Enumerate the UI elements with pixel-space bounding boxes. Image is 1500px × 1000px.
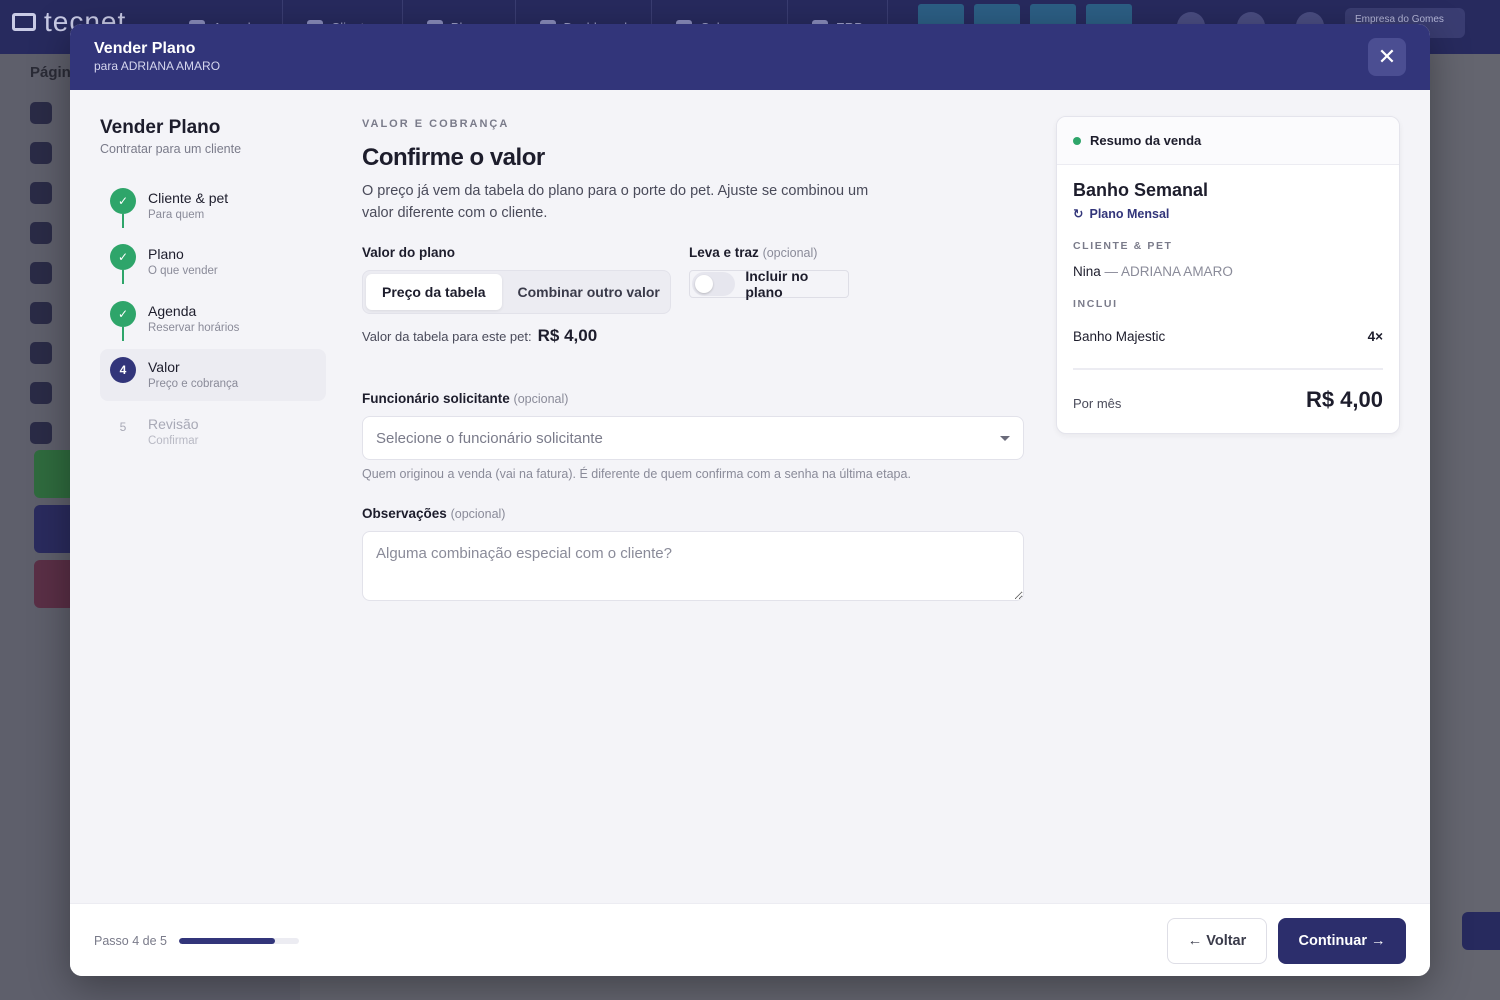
modal-title: Vender Plano bbox=[94, 40, 196, 57]
summary-owner: — ADRIANA AMARO bbox=[1104, 264, 1233, 279]
badge-icon[interactable] bbox=[30, 262, 52, 284]
step-cliente-pet[interactable]: ✓ Cliente & pet Para quem bbox=[100, 180, 326, 232]
summary-pet: Nina bbox=[1073, 264, 1101, 279]
table-price-row: Valor da tabela para este pet: R$ 4,00 bbox=[362, 326, 597, 346]
dollar-icon[interactable] bbox=[30, 342, 52, 364]
step-sublabel: Confirmar bbox=[148, 435, 199, 447]
plan-value-label: Valor do plano bbox=[362, 245, 456, 260]
chevron-down-icon bbox=[1000, 435, 1010, 441]
employee-help-text: Quem originou a venda (vai na fatura). É… bbox=[362, 467, 911, 481]
step-number: 4 bbox=[110, 357, 136, 383]
table-price-value: R$ 4,00 bbox=[537, 326, 598, 345]
summary-frequency: ↻ Plano Mensal bbox=[1073, 206, 1170, 222]
section-eyebrow: VALOR E COBRANÇA bbox=[362, 118, 510, 130]
back-button[interactable]: ← Voltar bbox=[1167, 918, 1267, 964]
summary-client-section: CLIENTE & PET bbox=[1073, 240, 1173, 252]
step-label: Agenda bbox=[148, 303, 197, 319]
modal-header: Vender Plano para ADRIANA AMARO ✕ bbox=[70, 24, 1430, 90]
paw-icon[interactable] bbox=[30, 142, 52, 164]
refresh-icon: ↻ bbox=[1073, 207, 1084, 221]
summary-header: Resumo da venda bbox=[1057, 117, 1399, 165]
step-sublabel: Preço e cobrança bbox=[148, 378, 239, 390]
pickup-toggle[interactable] bbox=[692, 272, 736, 296]
step-agenda[interactable]: ✓ Agenda Reservar horários bbox=[100, 293, 326, 345]
stepper-title: Vender Plano bbox=[100, 117, 221, 138]
stepper-subtitle: Contratar para um cliente bbox=[100, 142, 242, 156]
modal-footer: Passo 4 de 5 ← Voltar Continuar → bbox=[70, 903, 1430, 976]
progress-text: Passo 4 de 5 bbox=[94, 934, 167, 948]
check-icon: ✓ bbox=[110, 301, 136, 327]
continue-button[interactable]: Continuar → bbox=[1278, 918, 1406, 964]
logo-icon bbox=[12, 13, 36, 31]
step-connector bbox=[122, 327, 124, 341]
option-custom-price[interactable]: Combinar outro valor bbox=[502, 274, 676, 310]
sell-plan-modal: Vender Plano para ADRIANA AMARO ✕ Vender… bbox=[70, 24, 1430, 976]
user-icon[interactable] bbox=[30, 102, 52, 124]
summary-includes-section: INCLUI bbox=[1073, 298, 1118, 310]
sidebar-title: Págin bbox=[30, 64, 71, 81]
employee-label: Funcionário solicitante (opcional) bbox=[362, 391, 569, 406]
summary-item-name: Banho Majestic bbox=[1073, 329, 1166, 344]
plan-value-segmented-control: Preço da tabela Combinar outro valor bbox=[362, 270, 671, 314]
step-label: Cliente & pet bbox=[148, 190, 229, 206]
option-table-price[interactable]: Preço da tabela bbox=[366, 274, 502, 310]
summary-client: Nina — ADRIANA AMARO bbox=[1073, 264, 1233, 279]
step-plano[interactable]: ✓ Plano O que vender bbox=[100, 236, 326, 288]
table-price-label: Valor da tabela para este pet: bbox=[362, 329, 532, 344]
history-icon[interactable] bbox=[30, 302, 52, 324]
help-icon[interactable] bbox=[1462, 912, 1500, 950]
close-button[interactable]: ✕ bbox=[1368, 38, 1406, 76]
step-number: 5 bbox=[119, 420, 127, 434]
sale-summary-card: Resumo da venda Banho Semanal ↻ Plano Me… bbox=[1056, 116, 1400, 434]
summary-item: Banho Majestic 4× bbox=[1073, 329, 1383, 344]
pickup-toggle-label: Incluir no plano bbox=[745, 268, 809, 300]
step-label: Revisão bbox=[148, 416, 199, 432]
step-sublabel: O que vender bbox=[148, 265, 218, 277]
step-sublabel: Reservar horários bbox=[148, 322, 240, 334]
image-icon[interactable] bbox=[30, 422, 52, 444]
summary-total-value: R$ 4,00 bbox=[1305, 387, 1383, 412]
summary-item-qty: 4× bbox=[1367, 329, 1383, 344]
check-icon: ✓ bbox=[110, 244, 136, 270]
step-sublabel: Para quem bbox=[148, 209, 205, 221]
step-connector bbox=[122, 214, 124, 228]
modal-subtitle: para ADRIANA AMARO bbox=[94, 59, 221, 73]
status-dot-icon bbox=[1073, 136, 1081, 145]
summary-plan-name: Banho Semanal bbox=[1073, 180, 1209, 200]
notes-textarea[interactable] bbox=[362, 531, 1024, 601]
calendar-clock-icon[interactable] bbox=[30, 222, 52, 244]
page-title: Confirme o valor bbox=[362, 144, 545, 171]
step-label: Valor bbox=[148, 359, 180, 375]
step-label: Plano bbox=[148, 246, 184, 262]
summary-divider bbox=[1073, 368, 1383, 370]
step-revisao: 5 Revisão Confirmar bbox=[100, 406, 326, 458]
page-description: O preço já vem da tabela do plano para o… bbox=[362, 183, 869, 221]
employee-select[interactable]: Selecione o funcionário solicitante bbox=[362, 416, 1024, 460]
close-icon: ✕ bbox=[1377, 44, 1397, 69]
heart-icon[interactable] bbox=[30, 382, 52, 404]
progress-bar bbox=[179, 938, 299, 944]
step-valor[interactable]: 4 Valor Preço e cobrança bbox=[100, 349, 326, 401]
employee-select-placeholder: Selecione o funcionário solicitante bbox=[376, 429, 603, 447]
pickup-toggle-field: Incluir no plano bbox=[689, 268, 849, 300]
progress-bar-fill bbox=[179, 938, 275, 944]
notes-label: Observações (opcional) bbox=[362, 506, 506, 521]
calendar-icon[interactable] bbox=[30, 182, 52, 204]
summary-title: Resumo da venda bbox=[1090, 133, 1202, 148]
toggle-knob bbox=[695, 275, 713, 293]
summary-total-label: Por mês bbox=[1073, 396, 1122, 411]
check-icon: ✓ bbox=[110, 188, 136, 214]
pickup-label: Leva e traz (opcional) bbox=[689, 245, 818, 260]
step-connector bbox=[122, 270, 124, 284]
